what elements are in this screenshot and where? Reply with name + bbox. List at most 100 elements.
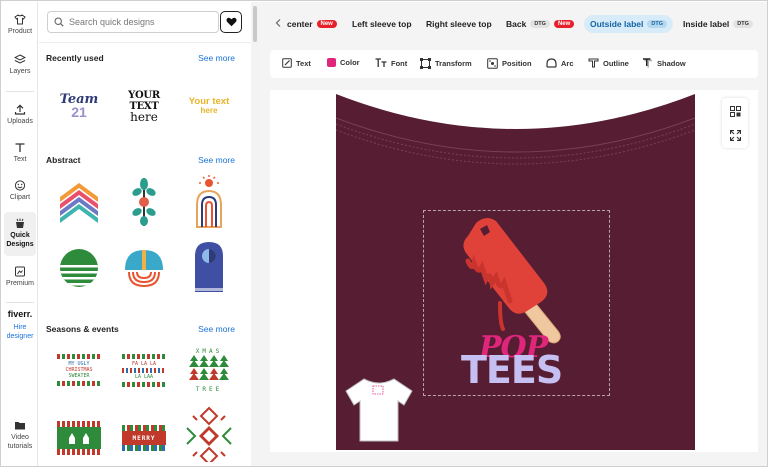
outline-icon [588, 58, 599, 68]
search-box[interactable] [47, 11, 219, 33]
tool-position-label: Position [502, 59, 532, 68]
tool-arc-label: Arc [561, 58, 574, 68]
design-tile-ugly-sweater[interactable]: MY UGLY CHRISTMAS SWEATER [49, 342, 109, 398]
rail-item-quick-designs[interactable]: Quick Designs [4, 212, 36, 256]
tab-back[interactable]: Back DTG New [506, 19, 575, 29]
design-tile-plant[interactable] [114, 174, 174, 230]
rail-item-fiverr[interactable]: fiverr. Hire designer [2, 310, 38, 341]
color-swatch-icon [327, 58, 336, 67]
expand-button[interactable] [728, 128, 742, 142]
tool-position[interactable]: Position [487, 58, 532, 69]
design-word-tees: TEES [461, 348, 563, 392]
design-canvas[interactable]: POP TEES [270, 90, 758, 452]
tile-text-your-text-yellow: Your text [188, 96, 230, 107]
see-more-recently-used[interactable]: See more [198, 53, 235, 63]
tab-inside-label-label: Inside label [683, 19, 730, 29]
design-tile-fa-la-la[interactable]: FA LA LA LA LAA [114, 342, 174, 398]
design-tile-team-21[interactable]: Team 21 [49, 78, 109, 134]
tab-center-label: center [287, 19, 313, 29]
tab-inside-label[interactable]: Inside label DTG [683, 19, 753, 29]
design-tile-your-text-here[interactable]: YOUR TEXT here [114, 78, 174, 134]
design-tile-reindeer[interactable] [49, 410, 109, 466]
design-tile-merry[interactable]: MERRY [114, 410, 174, 466]
editor-workspace: center New Left sleeve top Right sleeve … [259, 2, 767, 466]
expand-icon [729, 129, 741, 141]
moon-door-art [195, 242, 223, 292]
tool-outline[interactable]: Outline [588, 58, 629, 68]
print-area-box[interactable]: POP TEES [423, 210, 610, 396]
font-icon [375, 58, 387, 67]
snowflake-pattern-art [186, 406, 232, 462]
dtg-badge: DTG [733, 20, 753, 28]
tab-left-sleeve-top-label: Left sleeve top [352, 19, 412, 29]
rail-item-video-tutorials[interactable]: Video tutorials [2, 420, 38, 451]
tool-color[interactable]: Color [327, 58, 360, 67]
design-tile-your-text-here-yellow[interactable]: Your text here [179, 78, 239, 134]
shadow-icon [643, 58, 652, 68]
edit-icon [282, 58, 292, 68]
rail-item-layers[interactable]: Layers [2, 54, 38, 76]
tabs-scroll-left[interactable] [275, 19, 281, 27]
design-tile-moon-door[interactable] [179, 240, 239, 296]
search-input[interactable] [69, 17, 209, 27]
see-more-seasons-events[interactable]: See more [198, 324, 235, 334]
rail-label-video-tutorials: Video tutorials [7, 434, 33, 450]
layers-icon [14, 54, 26, 64]
tool-arc[interactable]: Arc [546, 58, 574, 68]
rail-item-clipart[interactable]: Clipart [2, 180, 38, 202]
sunset-art [125, 250, 163, 288]
rail-divider [6, 91, 34, 92]
tool-text[interactable]: Text [282, 58, 311, 68]
rail-item-uploads[interactable]: Uploads [2, 104, 38, 126]
scrollbar-thumb[interactable] [253, 6, 257, 42]
hire-designer-link[interactable]: Hire designer [5, 323, 35, 341]
design-tile-green-stripes[interactable] [49, 240, 109, 296]
tab-center[interactable]: center New [287, 19, 337, 29]
tab-back-label: Back [506, 19, 527, 29]
rail-label-product: Product [7, 28, 33, 35]
rail-divider [6, 302, 34, 303]
favorites-button[interactable] [220, 11, 242, 33]
tool-shadow[interactable]: Shadow [642, 58, 686, 68]
dtg-badge: DTG [647, 20, 667, 28]
text-icon [15, 143, 25, 152]
design-tile-sun-arch[interactable] [179, 174, 239, 230]
tab-right-sleeve-top[interactable]: Right sleeve top [426, 19, 492, 29]
tool-transform[interactable]: Transform [420, 58, 472, 69]
rail-label-premium: Premium [5, 280, 34, 287]
new-badge: New [316, 20, 337, 28]
design-tile-sunset[interactable] [114, 240, 174, 296]
design-tile-xmas-tree[interactable]: XMAS TREE [179, 342, 239, 398]
tool-font[interactable]: Font [375, 58, 407, 68]
panel-scrollbar[interactable] [251, 2, 259, 466]
rail-item-premium[interactable]: Premium [2, 266, 38, 288]
tree-text: TREE [195, 385, 223, 393]
merry-band: MERRY [122, 431, 166, 445]
tab-left-sleeve-top[interactable]: Left sleeve top [352, 19, 412, 29]
section-title-abstract: Abstract [46, 155, 81, 165]
tool-transform-label: Transform [435, 59, 472, 68]
design-tile-snowflake-pattern[interactable] [179, 406, 239, 462]
position-icon [487, 58, 498, 69]
grid-view-button[interactable] [728, 104, 742, 118]
rail-item-text[interactable]: Text [2, 142, 38, 164]
transform-icon [420, 58, 431, 69]
tshirt-thumbnail[interactable] [344, 377, 414, 443]
tool-outline-label: Outline [603, 58, 629, 68]
tab-right-sleeve-top-label: Right sleeve top [426, 19, 492, 29]
tab-outside-label[interactable]: Outside label DTG [584, 15, 673, 33]
shirt-icon [14, 14, 26, 25]
sweater-text-3: SWEATER [68, 373, 90, 379]
smiley-icon [14, 180, 26, 191]
sweater-pattern [57, 354, 101, 359]
rail-label-clipart: Clipart [9, 194, 31, 201]
design-tile-chevrons[interactable] [49, 174, 109, 230]
chevron-left-icon [275, 19, 281, 27]
section-title-recently-used: Recently used [46, 53, 104, 63]
tool-text-label: Text [296, 58, 311, 68]
grid-icon [729, 105, 741, 117]
sweater-pattern [122, 353, 166, 359]
plant-art [132, 178, 156, 226]
rail-item-product[interactable]: Product [2, 14, 38, 36]
see-more-abstract[interactable]: See more [198, 155, 235, 165]
